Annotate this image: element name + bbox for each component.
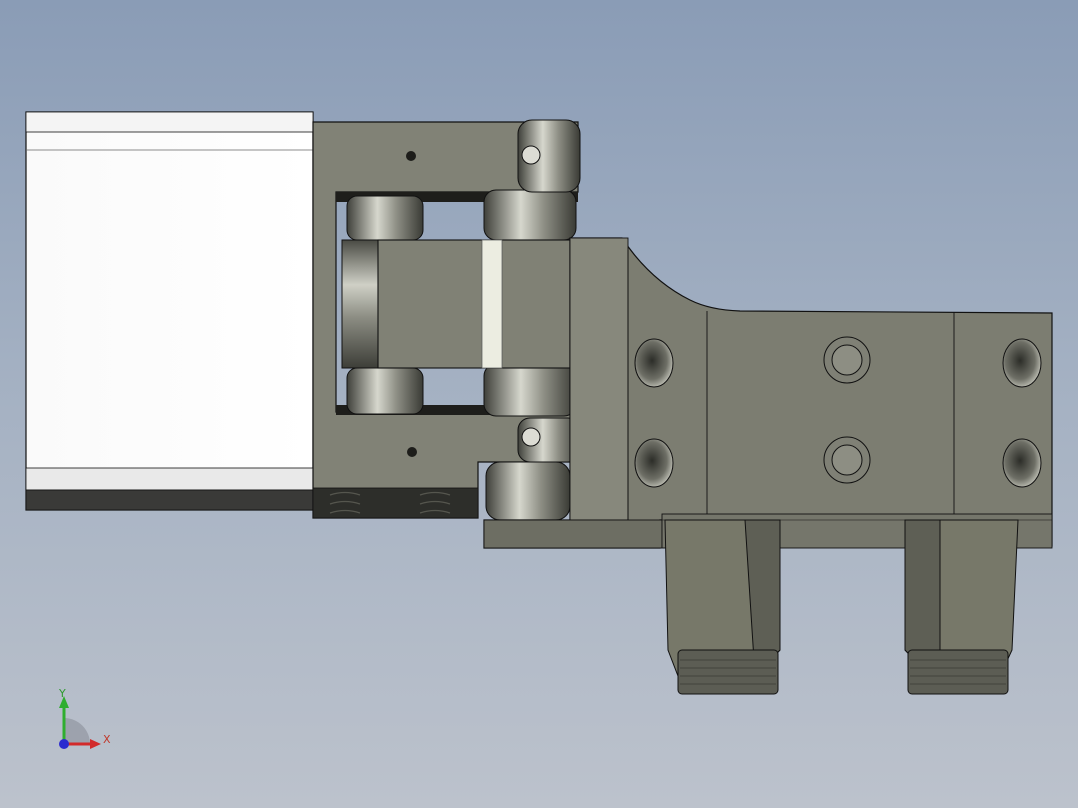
axis-y-label: Y bbox=[59, 687, 66, 700]
z-axis-dot bbox=[59, 739, 69, 749]
gripper-assembly-model[interactable] bbox=[0, 0, 1078, 808]
actuator-body bbox=[25, 111, 314, 511]
graphics-viewport[interactable]: Y X bbox=[0, 0, 1078, 808]
axis-x-label: X bbox=[103, 733, 111, 746]
axis-triad[interactable] bbox=[59, 696, 101, 749]
center-link bbox=[377, 239, 571, 369]
